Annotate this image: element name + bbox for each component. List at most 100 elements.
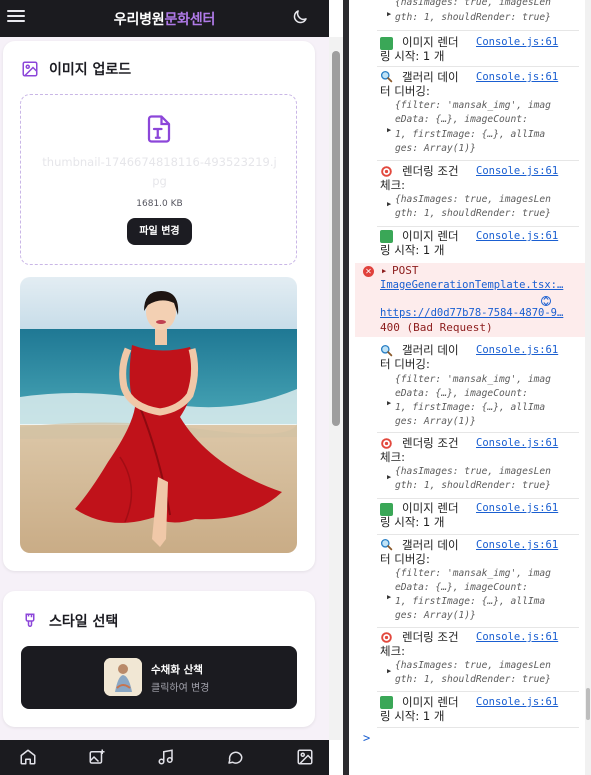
style-hint: 클릭하여 변경 xyxy=(151,683,210,694)
log-text: 체크: xyxy=(380,644,406,658)
log-text: 터 디버깅: xyxy=(380,84,430,98)
console-entry: 이미지 렌더 Console.js:61 링 시작: 1 개 xyxy=(349,31,585,67)
moon-icon[interactable] xyxy=(291,8,309,26)
image-plus-icon[interactable] xyxy=(88,748,106,766)
console-object-cont: gth: 1, shouldRender: true} xyxy=(395,208,551,219)
file-size: 1681.0 KB xyxy=(136,199,183,209)
expand-arrow-icon[interactable]: ▶ xyxy=(387,10,391,18)
magnifier-icon xyxy=(380,538,393,551)
log-text: 렌더링 조건 xyxy=(402,436,459,450)
upload-card-header: 이미지 업로드 xyxy=(21,59,131,79)
log-text: 링 시작: 1 개 xyxy=(380,515,445,529)
magnifier-icon xyxy=(380,70,393,83)
expand-arrow-icon[interactable]: ▶ xyxy=(387,126,391,134)
expand-arrow-icon[interactable]: ▶ xyxy=(382,267,386,275)
preview-photo xyxy=(20,277,297,553)
console-scrollbar-thumb[interactable] xyxy=(586,688,590,720)
console-object[interactable]: {filter: 'mansak_img', imag xyxy=(395,373,551,388)
style-name: 수채화 산책 xyxy=(151,664,203,676)
console-object[interactable]: {hasImages: true, imagesLen xyxy=(395,465,551,480)
log-text: 이미지 렌더 xyxy=(402,35,459,49)
console-entry: 렌더링 조건 Console.js:61 체크: ▶ {hasImages: t… xyxy=(349,161,585,227)
app-title-main: 우리병원 xyxy=(113,11,165,28)
console-object-cont: 1, firstImage: {…}, allIma xyxy=(395,402,546,413)
target-icon xyxy=(381,632,392,643)
log-source-link[interactable]: Console.js:61 xyxy=(476,538,558,553)
log-source-link[interactable]: Console.js:61 xyxy=(476,35,558,50)
app-scrollbar[interactable] xyxy=(329,37,343,740)
app-title: 우리병원문화센터 xyxy=(113,9,216,29)
console-object[interactable]: {hasImages: true, imagesLen xyxy=(395,193,551,208)
expand-arrow-icon[interactable]: ▶ xyxy=(387,399,391,407)
log-text: 갤러리 데이 xyxy=(402,538,459,552)
expand-arrow-icon[interactable]: ▶ xyxy=(387,473,391,481)
log-text: 체크: xyxy=(380,178,406,192)
image-icon xyxy=(22,61,38,77)
error-url-link[interactable]: https://d0d77b78-7584-4870-9… xyxy=(380,306,563,321)
target-icon xyxy=(381,438,392,449)
log-source-link[interactable]: Console.js:61 xyxy=(476,70,558,85)
console-entry: 렌더링 조건 Console.js:61 체크: ▶ {hasImages: t… xyxy=(349,433,585,499)
console-entry: 갤러리 데이 Console.js:61 터 디버깅: {filter: 'ma… xyxy=(349,67,585,161)
change-file-button[interactable]: 파일 변경 xyxy=(127,218,192,245)
style-thumbnail xyxy=(104,658,142,696)
log-source-link[interactable]: Console.js:61 xyxy=(476,501,558,516)
style-card: 스타일 선택 수채화 산책 클릭하여 변경 xyxy=(3,591,315,727)
console-object-cont: 1, firstImage: {…}, allIma xyxy=(395,596,546,607)
log-source-link[interactable]: Console.js:61 xyxy=(476,164,558,179)
expand-arrow-icon[interactable]: ▶ xyxy=(387,200,391,208)
upload-dropzone[interactable]: thumbnail-1746674818116-493523219.jpg 16… xyxy=(20,94,297,265)
console-object[interactable]: {filter: 'mansak_img', imag xyxy=(395,567,551,582)
check-icon xyxy=(380,230,393,243)
error-method: POST xyxy=(392,264,419,277)
network-icon[interactable] xyxy=(540,295,552,307)
log-source-link[interactable]: Console.js:61 xyxy=(476,343,558,358)
log-text: 링 시작: 1 개 xyxy=(380,243,445,257)
console-error-entry: ✕ ▶ POST ImageGenerationTemplate.tsx:… h… xyxy=(355,263,585,337)
log-text: 갤러리 데이 xyxy=(402,70,459,84)
log-text: 이미지 렌더 xyxy=(402,501,459,515)
console-object[interactable]: {hasImages: true, imagesLen xyxy=(395,0,551,11)
file-name: thumbnail-1746674818116-493523219.jpg xyxy=(42,155,277,188)
console-object-cont: ges: Array(1)} xyxy=(395,143,476,154)
error-source-link[interactable]: ImageGenerationTemplate.tsx:… xyxy=(380,278,563,293)
error-icon: ✕ xyxy=(363,266,374,277)
console-entry: 이미지 렌더 Console.js:61 링 시작: 1 개 xyxy=(349,227,585,263)
chat-icon[interactable] xyxy=(226,748,244,766)
console-entry: 렌더링 조건 Console.js:61 체크: ▶ {hasImages: t… xyxy=(349,628,585,692)
console-object[interactable]: {filter: 'mansak_img', imag xyxy=(395,99,551,114)
home-icon[interactable] xyxy=(19,748,37,766)
check-icon xyxy=(380,696,393,709)
upload-card: 이미지 업로드 thumbnail-1746674818116-49352321… xyxy=(3,41,315,571)
log-source-link[interactable]: Console.js:61 xyxy=(476,695,558,710)
console-object[interactable]: {hasImages: true, imagesLen xyxy=(395,659,551,674)
console-object-cont: gth: 1, shouldRender: true} xyxy=(395,674,551,685)
target-icon xyxy=(381,166,392,177)
console-entry: 갤러리 데이 Console.js:61 터 디버깅: {filter: 'ma… xyxy=(349,535,585,628)
log-source-link[interactable]: Console.js:61 xyxy=(476,229,558,244)
style-selector-button[interactable]: 수채화 산책 클릭하여 변경 xyxy=(21,646,297,709)
console-entry: 이미지 렌더 Console.js:61 링 시작: 1 개 xyxy=(349,692,585,728)
log-text: 터 디버깅: xyxy=(380,552,430,566)
console-object-cont: 1, firstImage: {…}, allIma xyxy=(395,129,546,140)
expand-arrow-icon[interactable]: ▶ xyxy=(387,667,391,675)
log-source-link[interactable]: Console.js:61 xyxy=(476,630,558,645)
app-title-accent: 문화센터 xyxy=(164,11,216,28)
app-scrollbar-thumb[interactable] xyxy=(332,51,340,426)
devtools-console: ▶ {hasImages: true, imagesLen gth: 1, sh… xyxy=(349,0,591,775)
log-source-link[interactable]: Console.js:61 xyxy=(476,436,558,451)
console-object-cont: ges: Array(1)} xyxy=(395,416,476,427)
console-object-cont: ges: Array(1)} xyxy=(395,610,476,621)
log-text: 체크: xyxy=(380,450,406,464)
console-prompt[interactable]: > xyxy=(363,731,370,745)
console-object-cont: gth: 1, shouldRender: true} xyxy=(395,12,551,23)
expand-arrow-icon[interactable]: ▶ xyxy=(387,593,391,601)
console-scrollbar[interactable] xyxy=(585,0,591,775)
music-icon[interactable] xyxy=(157,748,175,766)
console-entry: 이미지 렌더 Console.js:61 링 시작: 1 개 xyxy=(349,499,585,535)
log-text: 터 디버깅: xyxy=(380,357,430,371)
hamburger-icon[interactable] xyxy=(7,8,25,24)
style-heading: 스타일 선택 xyxy=(49,614,119,630)
console-entry: 갤러리 데이 Console.js:61 터 디버깅: {filter: 'ma… xyxy=(349,341,585,433)
gallery-icon[interactable] xyxy=(296,748,314,766)
